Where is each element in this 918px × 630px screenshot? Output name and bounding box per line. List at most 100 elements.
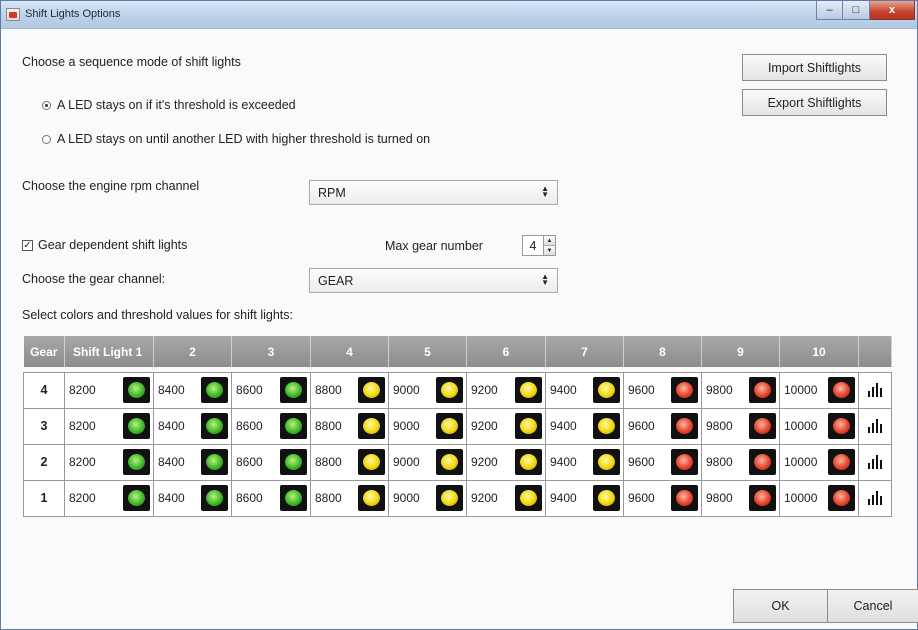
bar-chart-icon[interactable] (868, 381, 882, 397)
bar-chart-icon[interactable] (868, 417, 882, 433)
bar-chart-icon[interactable] (868, 489, 882, 505)
threshold-value[interactable]: 10000 (784, 491, 817, 505)
red-led-icon[interactable] (671, 485, 698, 511)
sequence-option-2[interactable]: A LED stays on until another LED with hi… (42, 132, 430, 146)
spin-up-icon[interactable]: ▲ (544, 236, 555, 245)
bar-chart-icon[interactable] (868, 453, 882, 469)
threshold-value[interactable]: 9200 (471, 419, 498, 433)
red-led-icon[interactable] (671, 413, 698, 439)
threshold-value[interactable]: 8200 (69, 383, 96, 397)
threshold-value[interactable]: 9200 (471, 491, 498, 505)
threshold-value[interactable]: 10000 (784, 419, 817, 433)
threshold-value[interactable]: 8600 (236, 455, 263, 469)
red-led-icon[interactable] (828, 485, 855, 511)
green-led-icon[interactable] (201, 413, 228, 439)
red-led-icon[interactable] (828, 377, 855, 403)
gear-dependent-checkbox[interactable]: ✓ (22, 239, 33, 251)
threshold-value[interactable]: 9000 (393, 419, 420, 433)
threshold-value[interactable]: 10000 (784, 455, 817, 469)
gear-dependent-toggle[interactable]: ✓ Gear dependent shift lights (22, 238, 187, 252)
threshold-value[interactable]: 9400 (550, 455, 577, 469)
yellow-led-icon[interactable] (593, 377, 620, 403)
threshold-value[interactable]: 8400 (158, 383, 185, 397)
red-led-icon[interactable] (671, 449, 698, 475)
threshold-value[interactable]: 8800 (315, 455, 342, 469)
export-shiftlights-button[interactable]: Export Shiftlights (742, 89, 887, 116)
close-button[interactable]: x (870, 1, 915, 20)
radio-button-selected[interactable] (42, 100, 51, 110)
threshold-value[interactable]: 8200 (69, 419, 96, 433)
sequence-option-1[interactable]: A LED stays on if it's threshold is exce… (42, 98, 296, 112)
threshold-value[interactable]: 9000 (393, 383, 420, 397)
green-led-icon[interactable] (123, 413, 150, 439)
radio-button[interactable] (42, 134, 51, 144)
yellow-led-icon[interactable] (593, 485, 620, 511)
gear-channel-select[interactable]: GEAR ▲ ▼ (309, 268, 558, 293)
threshold-value[interactable]: 9800 (706, 383, 733, 397)
yellow-led-icon[interactable] (515, 413, 542, 439)
green-led-icon[interactable] (123, 377, 150, 403)
green-led-icon[interactable] (280, 449, 307, 475)
yellow-led-icon[interactable] (436, 449, 463, 475)
threshold-value[interactable]: 8200 (69, 455, 96, 469)
spin-down-icon[interactable]: ▼ (544, 245, 555, 255)
threshold-value[interactable]: 8400 (158, 491, 185, 505)
yellow-led-icon[interactable] (515, 377, 542, 403)
yellow-led-icon[interactable] (358, 413, 385, 439)
yellow-led-icon[interactable] (515, 449, 542, 475)
import-shiftlights-button[interactable]: Import Shiftlights (742, 54, 887, 81)
threshold-value[interactable]: 9200 (471, 383, 498, 397)
threshold-value[interactable]: 9600 (628, 491, 655, 505)
threshold-value[interactable]: 9400 (550, 383, 577, 397)
threshold-value[interactable]: 8400 (158, 419, 185, 433)
red-led-icon[interactable] (749, 413, 776, 439)
threshold-value[interactable]: 9400 (550, 491, 577, 505)
threshold-value[interactable]: 9400 (550, 419, 577, 433)
title-bar[interactable]: Shift Lights Options – □ x (1, 1, 917, 29)
red-led-icon[interactable] (671, 377, 698, 403)
threshold-value[interactable]: 9800 (706, 455, 733, 469)
yellow-led-icon[interactable] (358, 485, 385, 511)
green-led-icon[interactable] (280, 413, 307, 439)
maximize-button[interactable]: □ (843, 1, 870, 20)
yellow-led-icon[interactable] (515, 485, 542, 511)
yellow-led-icon[interactable] (436, 485, 463, 511)
red-led-icon[interactable] (828, 449, 855, 475)
yellow-led-icon[interactable] (436, 413, 463, 439)
cancel-button[interactable]: Cancel (827, 589, 918, 623)
threshold-value[interactable]: 8800 (315, 383, 342, 397)
threshold-value[interactable]: 8600 (236, 491, 263, 505)
threshold-value[interactable]: 9800 (706, 491, 733, 505)
threshold-value[interactable]: 8800 (315, 419, 342, 433)
red-led-icon[interactable] (749, 377, 776, 403)
yellow-led-icon[interactable] (358, 377, 385, 403)
yellow-led-icon[interactable] (436, 377, 463, 403)
spinner-arrows[interactable]: ▲ ▼ (543, 236, 555, 255)
green-led-icon[interactable] (201, 449, 228, 475)
green-led-icon[interactable] (123, 449, 150, 475)
threshold-value[interactable]: 8600 (236, 383, 263, 397)
max-gear-spinner[interactable]: 4 ▲ ▼ (522, 235, 556, 256)
threshold-value[interactable]: 10000 (784, 383, 817, 397)
threshold-value[interactable]: 9000 (393, 455, 420, 469)
ok-button[interactable]: OK (733, 589, 828, 623)
green-led-icon[interactable] (280, 377, 307, 403)
green-led-icon[interactable] (123, 485, 150, 511)
threshold-value[interactable]: 8200 (69, 491, 96, 505)
red-led-icon[interactable] (828, 413, 855, 439)
green-led-icon[interactable] (280, 485, 307, 511)
minimize-button[interactable]: – (816, 1, 843, 20)
threshold-value[interactable]: 9600 (628, 455, 655, 469)
green-led-icon[interactable] (201, 377, 228, 403)
threshold-value[interactable]: 8400 (158, 455, 185, 469)
rpm-channel-select[interactable]: RPM ▲ ▼ (309, 180, 558, 205)
threshold-value[interactable]: 9600 (628, 419, 655, 433)
red-led-icon[interactable] (749, 449, 776, 475)
yellow-led-icon[interactable] (358, 449, 385, 475)
threshold-value[interactable]: 9000 (393, 491, 420, 505)
threshold-value[interactable]: 9800 (706, 419, 733, 433)
threshold-value[interactable]: 8600 (236, 419, 263, 433)
threshold-value[interactable]: 9200 (471, 455, 498, 469)
green-led-icon[interactable] (201, 485, 228, 511)
max-gear-value[interactable]: 4 (523, 236, 543, 255)
